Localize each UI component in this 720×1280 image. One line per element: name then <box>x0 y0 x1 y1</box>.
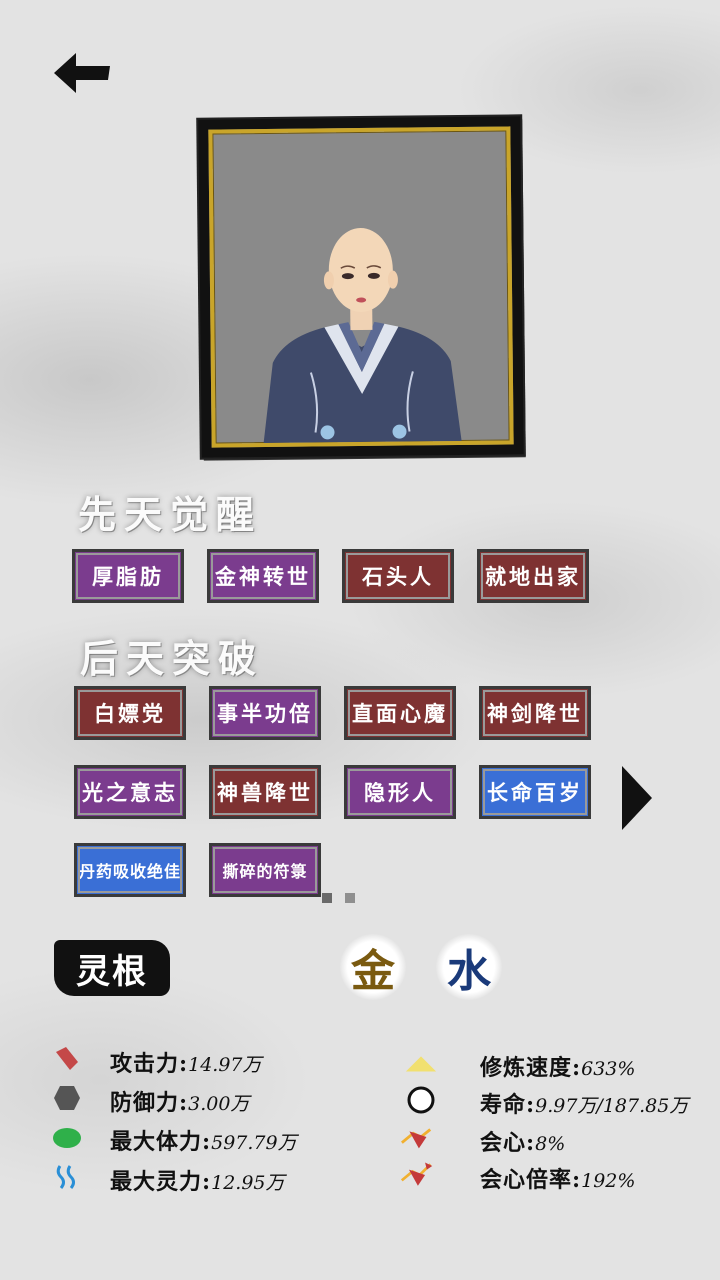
acquired-breakthrough-title: 后天突破 <box>80 636 265 681</box>
talent-tag-acquired-10[interactable]: 撕碎的符箓 <box>209 843 321 897</box>
next-page-button[interactable] <box>620 764 654 832</box>
stat-crit-multiplier-value: 192% <box>581 1170 636 1192</box>
talent-tag-acquired-3[interactable]: 直面心魔 <box>344 686 456 740</box>
stat-crit-label: 会心: <box>480 1130 536 1156</box>
crit-multiplier-icon <box>400 1158 434 1192</box>
stat-lifespan: 寿命:9.97万/187.85万 <box>404 1083 714 1118</box>
health-icon <box>50 1120 84 1154</box>
character-figure-icon <box>263 228 462 444</box>
stat-lifespan-value: 9.97万/187.85万 <box>535 1095 689 1117</box>
stat-attack-value: 14.97万 <box>188 1054 262 1076</box>
stat-cultivation-speed-label: 修炼速度: <box>480 1055 582 1081</box>
stat-max-health-label: 最大体力: <box>110 1129 212 1155</box>
talent-tag-acquired-1[interactable]: 白嫖党 <box>74 686 186 740</box>
stat-max-spirit: 最大灵力:12.95万 <box>50 1160 350 1195</box>
stat-lifespan-label: 寿命: <box>480 1092 536 1118</box>
stat-max-health-value: 597.79万 <box>211 1132 297 1154</box>
talent-tag-acquired-7[interactable]: 隐形人 <box>344 765 456 819</box>
talent-tag-innate-2[interactable]: 金神转世 <box>207 549 319 603</box>
stat-crit-value: 8% <box>535 1133 566 1155</box>
talent-tag-acquired-8[interactable]: 长命百岁 <box>479 765 591 819</box>
talent-tag-acquired-5[interactable]: 光之意志 <box>74 765 186 819</box>
cultivation-speed-icon <box>404 1046 438 1080</box>
attack-icon <box>50 1042 84 1076</box>
stat-attack: 攻击力:14.97万 <box>50 1042 350 1077</box>
back-button[interactable] <box>52 50 114 96</box>
lifespan-icon <box>404 1083 438 1117</box>
stat-attack-label: 攻击力: <box>110 1051 189 1077</box>
talent-tag-acquired-6[interactable]: 神兽降世 <box>209 765 321 819</box>
spirit-root-label: 灵根 <box>54 940 170 996</box>
stat-cultivation-speed-value: 633% <box>581 1058 636 1080</box>
character-portrait <box>208 126 514 448</box>
spirit-root-element-metal: 金 <box>340 934 406 1000</box>
talent-tag-innate-1[interactable]: 厚脂肪 <box>72 549 184 603</box>
crit-icon <box>400 1121 434 1155</box>
stat-max-spirit-label: 最大灵力: <box>110 1169 212 1195</box>
stat-max-health: 最大体力:597.79万 <box>50 1120 350 1155</box>
triangle-right-icon <box>622 766 652 830</box>
talent-tag-acquired-2[interactable]: 事半功倍 <box>209 686 321 740</box>
spirit-icon <box>50 1160 84 1194</box>
stat-crit-multiplier: 会心倍率:192% <box>400 1158 700 1193</box>
talent-tag-innate-4[interactable]: 就地出家 <box>477 549 589 603</box>
stat-defense-value: 3.00万 <box>188 1093 250 1115</box>
page-indicator-dot-2 <box>345 893 355 903</box>
defense-icon <box>50 1081 84 1115</box>
page-indicator-dot-1 <box>322 893 332 903</box>
talent-tag-acquired-4[interactable]: 神剑降世 <box>479 686 591 740</box>
stat-max-spirit-value: 12.95万 <box>211 1172 285 1194</box>
talent-tag-acquired-9[interactable]: 丹药吸收绝佳 <box>74 843 186 897</box>
stat-cultivation-speed: 修炼速度:633% <box>404 1046 704 1081</box>
stat-crit: 会心:8% <box>400 1121 700 1156</box>
stat-crit-multiplier-label: 会心倍率: <box>480 1167 582 1193</box>
innate-awakening-title: 先天觉醒 <box>78 492 263 537</box>
stat-defense-label: 防御力: <box>110 1090 189 1116</box>
stat-defense: 防御力:3.00万 <box>50 1081 350 1116</box>
spirit-root-element-water: 水 <box>436 934 502 1000</box>
character-portrait-frame <box>198 116 524 458</box>
talent-tag-innate-3[interactable]: 石头人 <box>342 549 454 603</box>
back-arrow-icon <box>54 53 110 93</box>
